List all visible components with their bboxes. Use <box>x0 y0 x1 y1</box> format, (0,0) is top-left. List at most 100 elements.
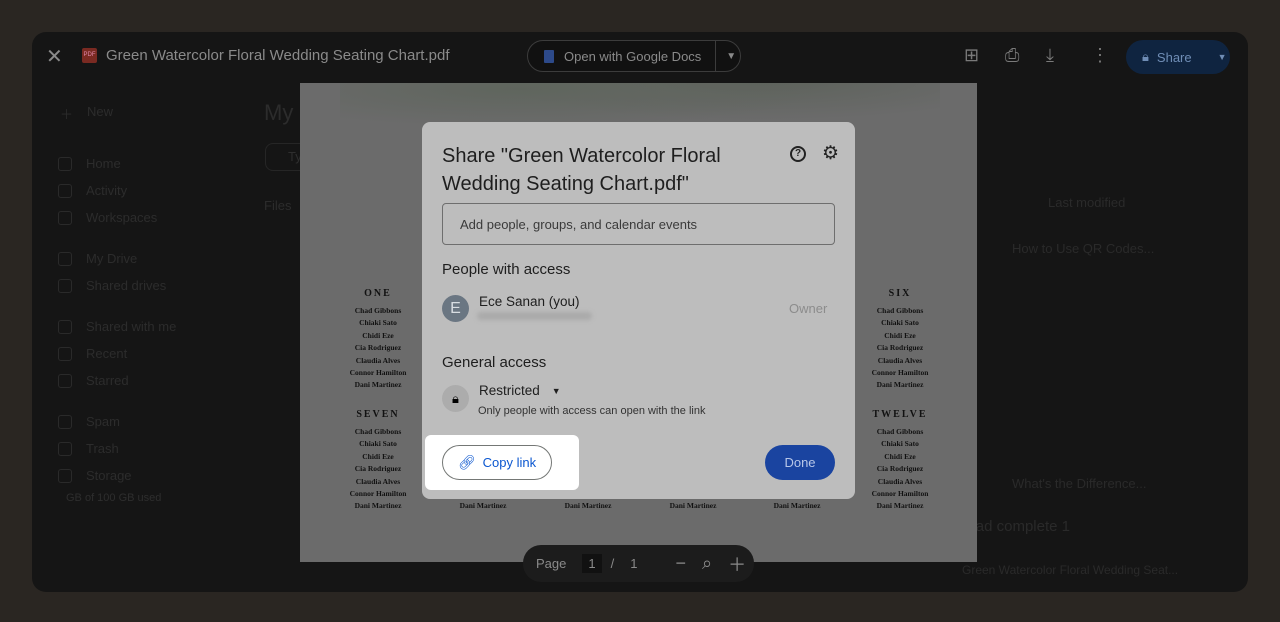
seating-table: SEVEN Chad Gibbons Chiaki Sato Chidi Eze Cia… <box>328 409 428 513</box>
table-name: SEVEN <box>356 409 400 420</box>
sidebar-icon <box>58 346 72 361</box>
seating-table: ONE Chad Gibbons Chiaki Sato Chidi Eze Cia R… <box>328 288 428 392</box>
guest-name: Chiaki Sato <box>881 318 919 328</box>
caret-down-icon: ▼ <box>551 385 561 396</box>
sidebar-label: Trash <box>86 441 119 456</box>
guest-name: Chad Gibbons <box>876 427 924 436</box>
print-icon[interactable]: ⎙ <box>1005 45 1019 66</box>
dialog-title: Share "Green Watercolor Floral Wedding S… <box>442 145 721 195</box>
sidebar-item: Recent <box>58 346 127 361</box>
guest-name: Connor Hamilton <box>349 368 407 378</box>
sidebar-label: Starred <box>86 373 129 388</box>
storage-usage: GB of 100 GB used <box>66 492 162 504</box>
sidebar-item: My Drive <box>58 251 137 266</box>
table-name: ONE <box>364 288 392 299</box>
sidebar-icon <box>58 210 72 225</box>
sidebar-icon <box>58 156 72 171</box>
sidebar-label: Activity <box>86 183 128 198</box>
sidebar-item: Activity <box>58 183 127 198</box>
guest-name: Claudia Alves <box>355 355 401 365</box>
table-name: TWELVE <box>872 409 928 420</box>
page-separator: / <box>610 556 615 571</box>
sidebar-label: Home <box>86 156 121 171</box>
page-total: 1 <box>630 556 638 571</box>
link-icon: 🔗︎ <box>457 454 476 470</box>
page-controls: Page 1 / 1 − ⌕ ＋ <box>523 545 754 582</box>
zoom-icon[interactable]: ⌕ <box>702 553 712 574</box>
help-icon[interactable]: ? <box>790 146 806 162</box>
pdf-file-icon: PDF <box>82 48 97 63</box>
share-button[interactable]: 🔒︎ Share ▼ <box>1126 40 1230 74</box>
avatar: E <box>442 295 469 322</box>
guest-name: Dani Martinez <box>564 501 612 511</box>
plus-icon: ＋ <box>60 107 74 122</box>
zoom-in-icon[interactable]: ＋ <box>728 551 746 577</box>
file-item: How to Use QR Codes... <box>1012 241 1155 256</box>
guest-name: Dani Martinez <box>354 380 402 390</box>
files-label: Files <box>264 198 292 213</box>
copy-link-button[interactable]: 🔗︎ Copy link <box>442 445 552 480</box>
guest-name: Cia Rodriguez <box>876 464 924 474</box>
seating-table: SIX Chad Gibbons Chiaki Sato Chidi Eze Cia R… <box>850 288 950 392</box>
general-access-heading: General access <box>442 354 547 371</box>
guest-name: Cia Rodriguez <box>876 343 924 353</box>
sidebar-item: Workspaces <box>58 210 157 225</box>
guest-name: Dani Martinez <box>669 501 717 511</box>
guest-name: Chidi Eze <box>362 330 394 340</box>
zoom-out-icon[interactable]: − <box>675 553 686 574</box>
access-description: Only people with access can open with th… <box>478 405 706 417</box>
sidebar-icon <box>58 441 72 456</box>
guest-name: Claudia Alves <box>877 476 923 486</box>
people-with-access-heading: People with access <box>442 261 571 278</box>
person-role: Owner <box>789 301 828 316</box>
access-level-dropdown[interactable]: Restricted ▼ <box>479 383 561 398</box>
table-name: SIX <box>888 288 912 299</box>
close-icon[interactable]: ✕ <box>46 44 63 69</box>
download-icon[interactable]: ⤓ <box>1046 45 1054 66</box>
upload-file: Green Watercolor Floral Wedding Seat... <box>962 563 1179 577</box>
sidebar-icon <box>58 468 72 483</box>
guest-name: Chad Gibbons <box>876 306 924 315</box>
chevron-down-icon[interactable]: ▼ <box>726 51 736 62</box>
share-label: Share <box>1156 49 1192 65</box>
file-title: Green Watercolor Floral Wedding Seating … <box>106 47 450 64</box>
settings-gear-icon[interactable]: ⚙ <box>822 142 839 165</box>
sidebar-item: Trash <box>58 441 119 456</box>
more-options-icon[interactable]: ⋮ <box>1091 45 1109 66</box>
done-button[interactable]: Done <box>765 445 835 480</box>
page-label: Page <box>536 556 567 571</box>
add-people-input[interactable] <box>442 203 835 245</box>
sidebar-icon <box>58 373 72 388</box>
guest-name: Dani Martinez <box>773 501 821 511</box>
guest-name: Chidi Eze <box>884 330 916 340</box>
guest-name: Dani Martinez <box>876 380 924 390</box>
guest-name: Chiaki Sato <box>881 439 919 449</box>
redacted-email <box>477 312 592 320</box>
sidebar-label: My Drive <box>86 251 138 266</box>
file-item: What's the Difference... <box>1012 476 1147 491</box>
guest-name: Cia Rodriguez <box>354 343 402 353</box>
guest-name: Chidi Eze <box>884 451 916 461</box>
sidebar-item: Home <box>58 156 121 171</box>
seating-table: TWELVE Chad Gibbons Chiaki Sato Chidi Eze Ci… <box>850 409 950 513</box>
sidebar-item: Shared drives <box>58 278 166 293</box>
guest-name: Chad Gibbons <box>354 306 402 315</box>
sidebar-icon <box>58 278 72 293</box>
sidebar-label: Recent <box>86 346 128 361</box>
guest-name: Dani Martinez <box>876 501 924 511</box>
sort-label: Last modified <box>1048 195 1126 210</box>
sidebar-label: Spam <box>86 414 120 429</box>
guest-name: Connor Hamilton <box>871 368 929 378</box>
divider <box>715 40 717 72</box>
sidebar-label: Shared with me <box>86 319 177 334</box>
guest-name: Dani Martinez <box>459 501 507 511</box>
page-number-input[interactable]: 1 <box>582 554 602 573</box>
open-with-google-docs-button[interactable]: Open with Google Docs ▼ <box>527 40 741 72</box>
sidebar-label: Shared drives <box>86 278 167 293</box>
sidebar-item: Storage <box>58 468 132 483</box>
guest-name: Cia Rodriguez <box>354 464 402 474</box>
docs-icon <box>544 49 554 63</box>
sidebar-item: Spam <box>58 414 120 429</box>
chevron-down-icon[interactable]: ▼ <box>1218 52 1227 62</box>
add-comment-icon[interactable]: ⊞ <box>964 45 979 66</box>
